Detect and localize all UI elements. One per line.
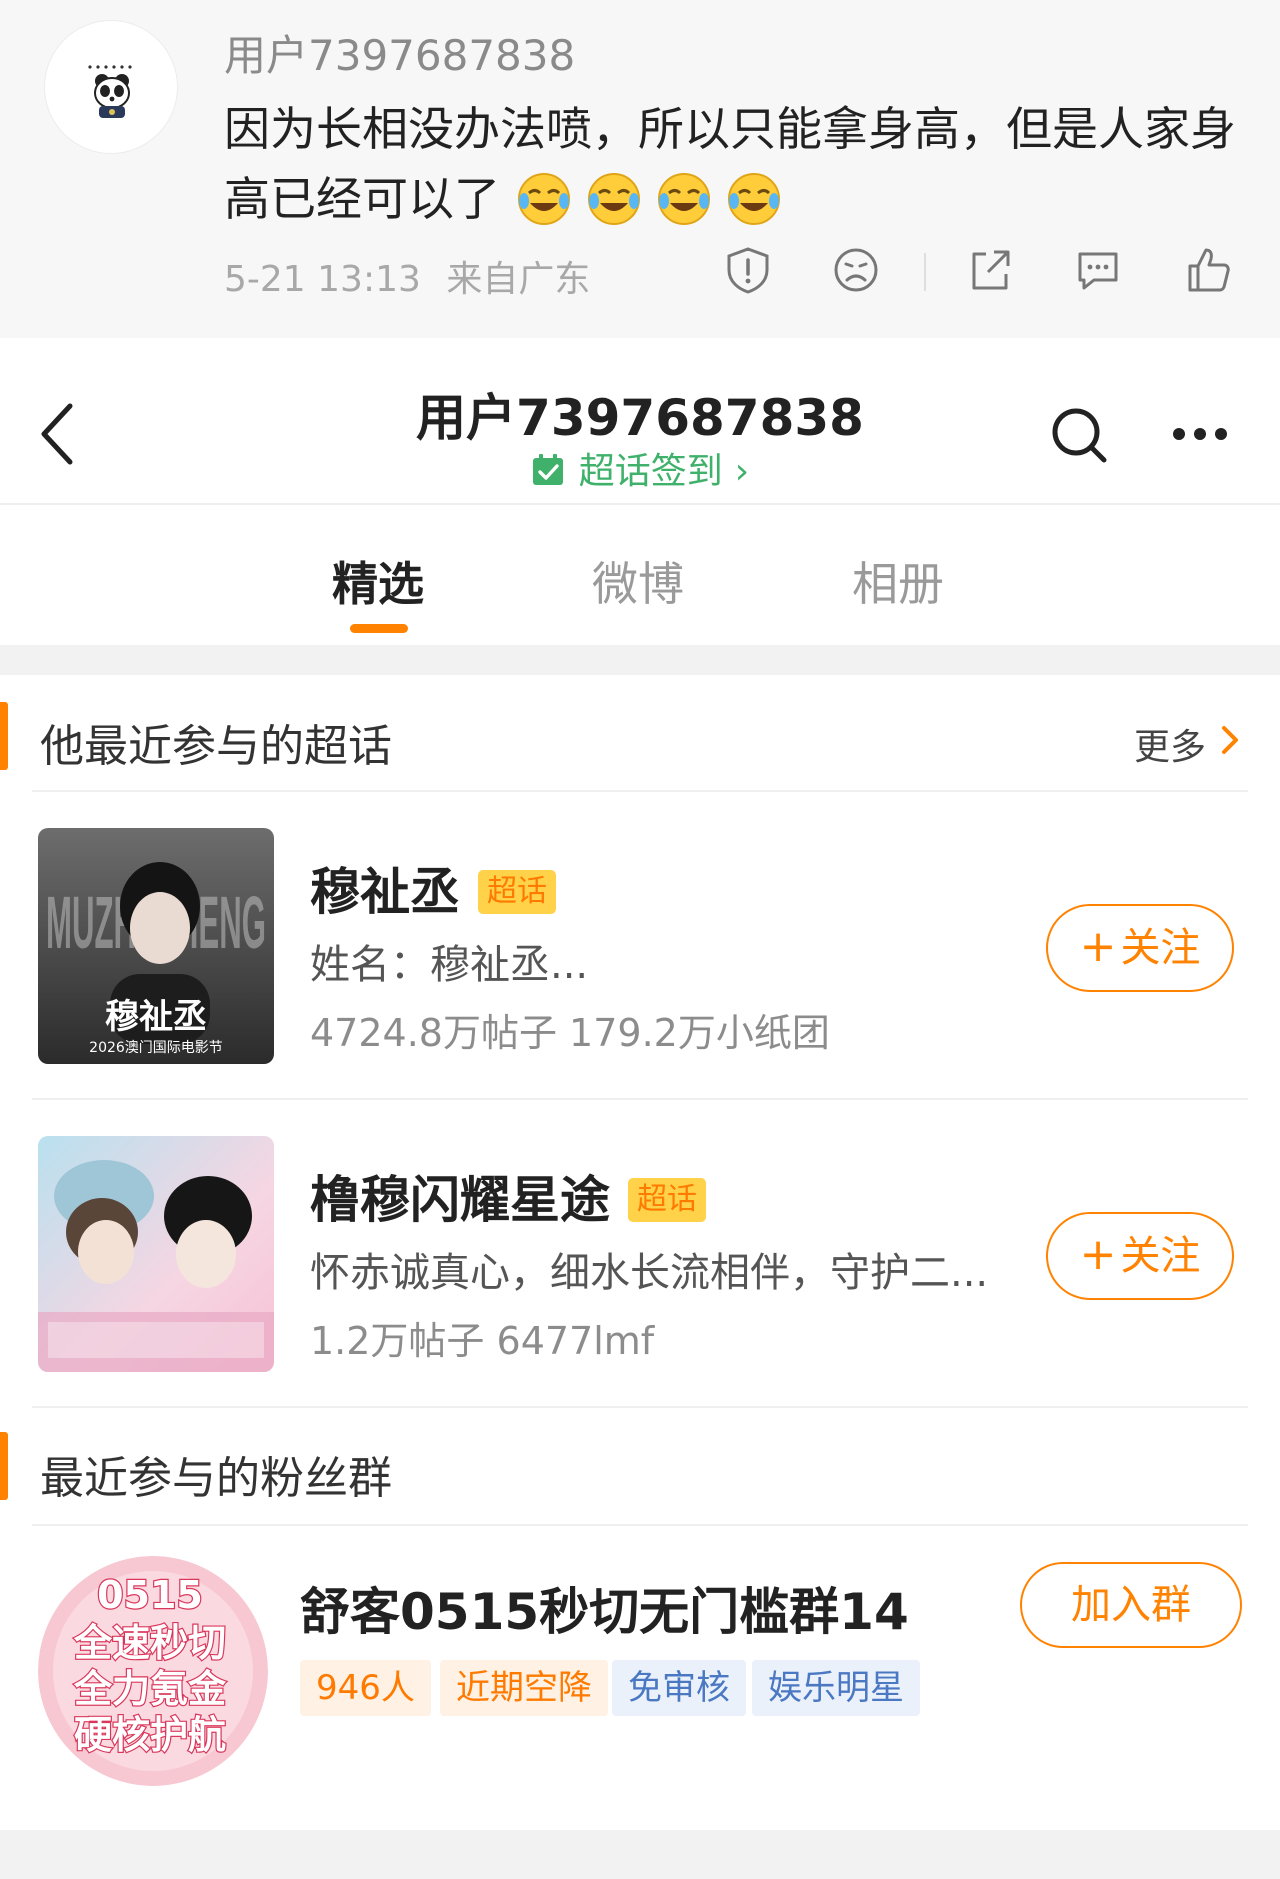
avatar-line: 全力氪金	[73, 1667, 227, 1711]
like-icon[interactable]	[1182, 244, 1234, 296]
bottom-gap	[0, 1830, 1280, 1879]
laugh-cry-emoji	[657, 173, 710, 225]
thumb-caption: 穆祉丞	[105, 997, 207, 1037]
dislike-icon[interactable]	[830, 244, 882, 296]
comment-icon[interactable]	[1072, 244, 1124, 296]
group-tag-no-review: 免审核	[612, 1660, 746, 1716]
supertopic-stats: 1.2万帖子 6477lmf	[310, 1319, 655, 1363]
group-tag-entertainment: 娱乐明星	[752, 1660, 920, 1716]
supertopic-stats: 4724.8万帖子 179.2万小纸团	[310, 1011, 830, 1055]
follow-button[interactable]: + 关注	[1046, 1212, 1234, 1300]
checkin-arrow: ›	[734, 451, 750, 492]
section-gap	[0, 645, 1280, 675]
avatar-line: 0515	[97, 1573, 203, 1617]
active-tab-indicator	[350, 624, 408, 633]
checkin-label: 超话签到	[578, 451, 723, 492]
avatar-line: 全速秒切	[73, 1621, 226, 1665]
supertopic-name-text: 橹穆闪耀星途	[310, 1171, 610, 1229]
laugh-cry-emoji	[517, 173, 570, 225]
chevron-right-icon[interactable]	[1218, 722, 1244, 758]
tab-album[interactable]: 相册	[852, 548, 944, 614]
more-options-icon[interactable]	[1172, 426, 1228, 442]
fangroup-name[interactable]: 舒客0515秒切无门槛群14	[300, 1572, 909, 1644]
supertopics-more-link[interactable]: 更多	[1134, 718, 1206, 770]
supertopics-section-title: 他最近参与的超话	[40, 721, 392, 772]
supertopic-badge: 超话	[478, 870, 556, 914]
divider	[32, 1524, 1248, 1526]
divider	[32, 1406, 1248, 1408]
commenter-username[interactable]: 用户7397687838	[224, 22, 575, 83]
follow-label: 关注	[1120, 1233, 1201, 1279]
supertopic-name[interactable]: 穆祉丞 超话	[310, 852, 556, 924]
divider	[32, 790, 1248, 792]
header-divider	[0, 503, 1280, 505]
fangroups-section-title: 最近参与的粉丝群	[40, 1453, 392, 1504]
panda-avatar-icon	[88, 65, 132, 118]
laugh-cry-emoji	[587, 173, 640, 225]
join-group-button[interactable]: 加入群	[1020, 1562, 1242, 1648]
tab-featured[interactable]: 精选	[332, 548, 424, 614]
avatar-line: 硬核护航	[74, 1713, 226, 1757]
search-icon[interactable]	[1050, 406, 1108, 464]
supertopic-thumbnail[interactable]: MUZHI CHENG 穆祉丞 2026澳门国际电影节	[38, 828, 274, 1064]
supertopic-name-text: 穆祉丞	[310, 863, 460, 921]
group-tag-airdrop: 近期空降	[440, 1660, 608, 1716]
action-separator	[924, 253, 926, 291]
section-accent-bar	[0, 1432, 8, 1500]
group-tag-members: 946人	[300, 1660, 431, 1716]
divider	[32, 1098, 1248, 1100]
comment-source: 来自广东	[446, 259, 591, 300]
laugh-cry-emoji	[727, 173, 780, 225]
fangroup-avatar[interactable]: 0515 全速秒切 全力氪金 硬核护航	[38, 1556, 268, 1786]
supertopic-name[interactable]: 橹穆闪耀星途 超话	[310, 1160, 706, 1232]
section-accent-bar	[0, 702, 8, 770]
plus-icon: +	[1079, 921, 1117, 972]
commenter-avatar[interactable]	[44, 20, 178, 154]
follow-label: 关注	[1120, 925, 1201, 971]
supertopic-thumbnail[interactable]	[38, 1136, 274, 1372]
supertopic-badge: 超话	[628, 1178, 706, 1222]
comment-meta: 5-21 13:13 来自广东	[224, 250, 590, 302]
supertopic-description: 怀赤诚真心，细水长流相伴，守护二...	[310, 1250, 989, 1296]
plus-icon: +	[1079, 1229, 1117, 1280]
tab-weibo[interactable]: 微博	[592, 548, 684, 614]
calendar-check-icon	[532, 454, 563, 485]
supertopic-description: 姓名：穆祉丞...	[310, 942, 589, 988]
report-icon[interactable]	[722, 244, 774, 296]
follow-button[interactable]: + 关注	[1046, 904, 1234, 992]
comment-text: 因为长相没办法喷，所以只能拿身高，但是人家身高已经可以了	[224, 94, 1244, 234]
comment-time: 5-21 13:13	[224, 259, 421, 300]
quoted-comment: 用户7397687838 因为长相没办法喷，所以只能拿身高，但是人家身高已经可以…	[0, 0, 1280, 338]
share-icon[interactable]	[964, 244, 1016, 296]
thumb-subcaption: 2026澳门国际电影节	[89, 1040, 223, 1056]
